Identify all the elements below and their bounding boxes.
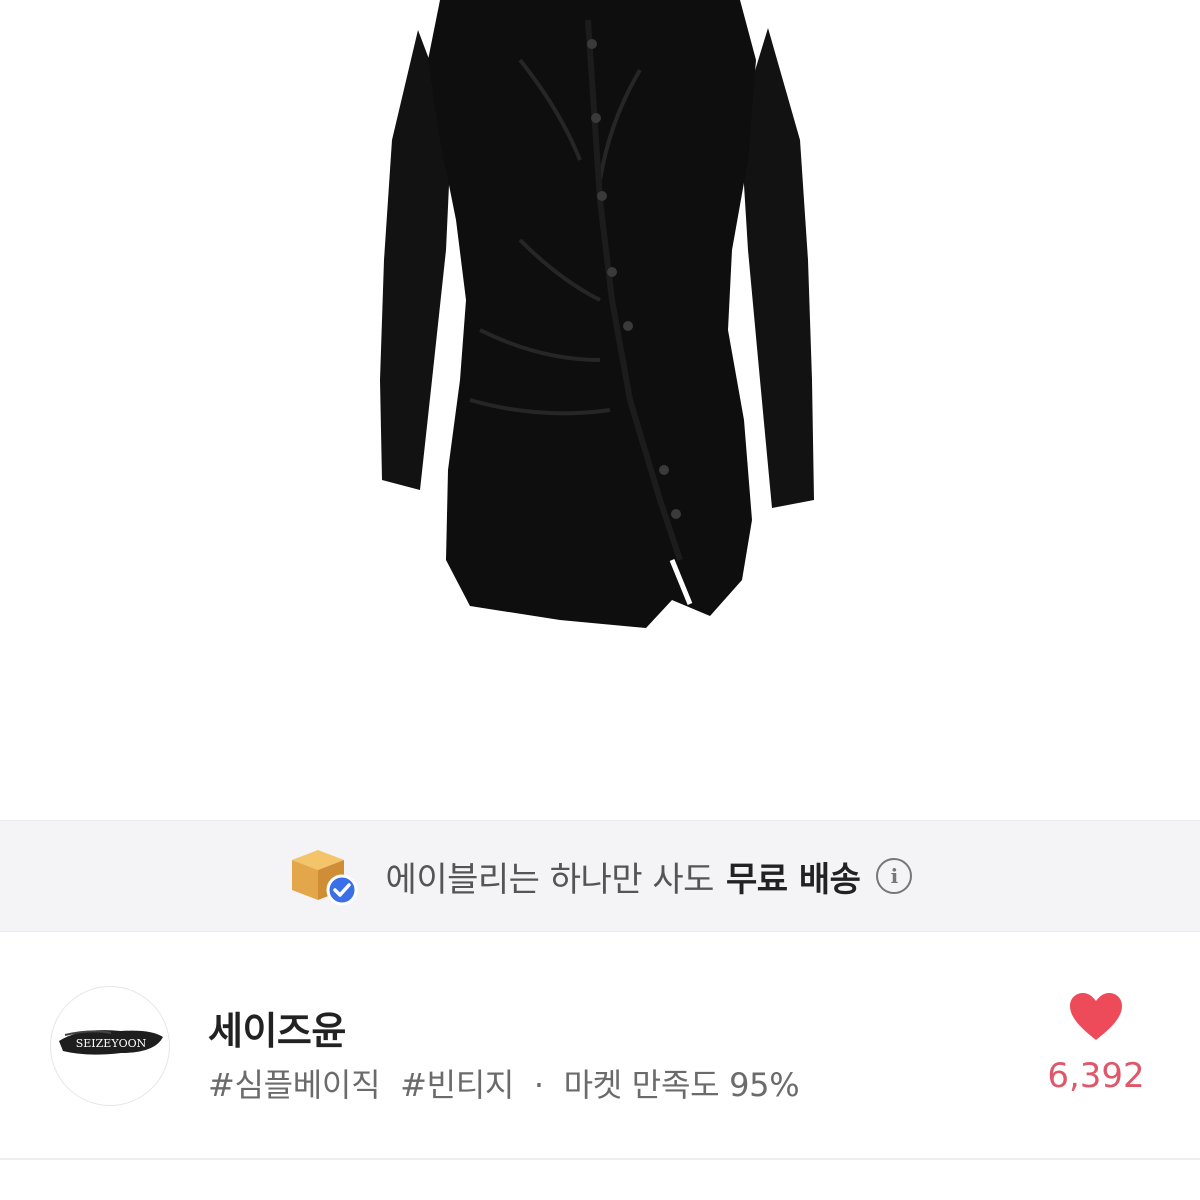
seller-meta: #심플베이직 #빈티지 · 마켓 만족도 95% — [208, 1060, 809, 1106]
free-shipping-banner[interactable]: 에이블리는 하나만 사도 무료 배송 i — [0, 820, 1200, 932]
divider — [0, 1158, 1200, 1160]
shipping-text: 에이블리는 하나만 사도 — [385, 859, 715, 900]
heart-icon — [1070, 993, 1122, 1040]
free-shipping-label: 무료 배송 — [725, 859, 861, 900]
box-check-icon — [288, 846, 360, 906]
seller-name[interactable]: 세이즈윤 — [208, 1000, 346, 1055]
seller-tag[interactable]: #빈티지 — [400, 1066, 514, 1104]
meta-separator: · — [533, 1066, 544, 1104]
shipping-banner-text: 에이블리는 하나만 사도 무료 배송 — [386, 852, 861, 901]
like-button[interactable]: 6,392 — [1036, 992, 1156, 1096]
market-satisfaction: 마켓 만족도 95% — [563, 1066, 800, 1104]
seller-avatar[interactable]: SEIZEYOON — [50, 986, 170, 1106]
seller-row[interactable]: SEIZEYOON 세이즈윤 #심플베이직 #빈티지 · 마켓 만족도 95% … — [0, 932, 1200, 1158]
like-count: 6,392 — [1047, 1056, 1145, 1096]
product-image[interactable] — [0, 0, 1200, 820]
seller-tag[interactable]: #심플베이직 — [208, 1066, 381, 1104]
info-icon[interactable]: i — [876, 858, 913, 894]
seller-logo-text: SEIZEYOON — [76, 1037, 147, 1050]
seller-logo-icon: SEIZEYOON — [59, 1030, 163, 1055]
dress-photo — [380, 0, 814, 628]
